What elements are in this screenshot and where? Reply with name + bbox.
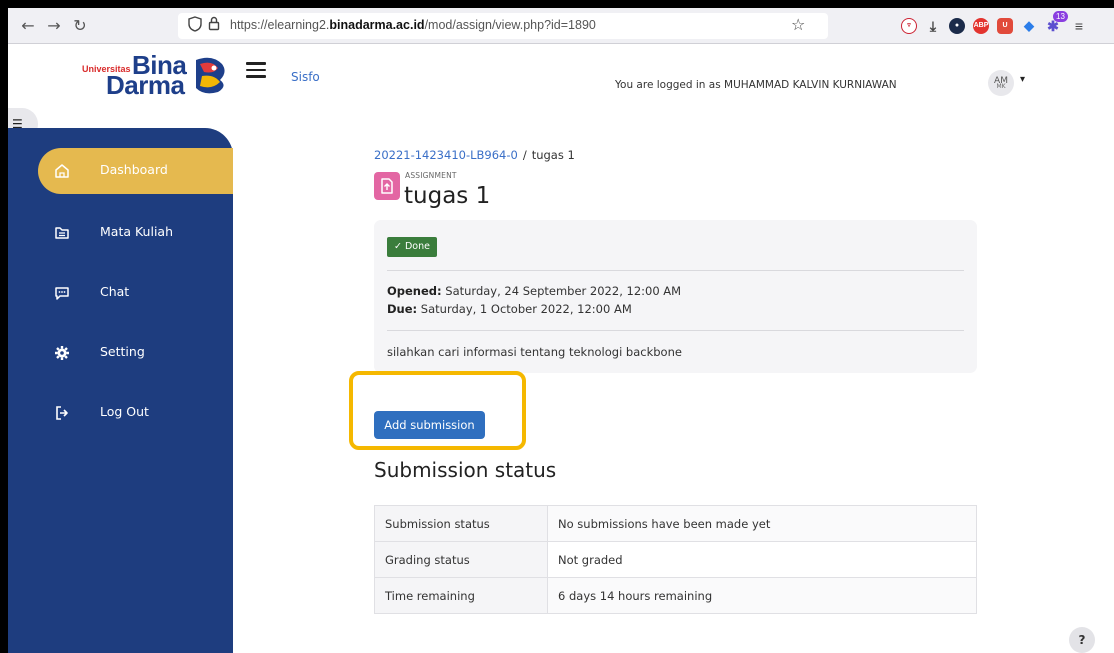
sidebar-item-label: Mata Kuliah xyxy=(100,224,174,239)
breadcrumb: 20221-1423410-LB964-0 / tugas 1 xyxy=(374,148,575,162)
add-submission-button[interactable]: Add submission xyxy=(374,411,485,439)
download-icon[interactable]: ⤓ xyxy=(925,18,941,34)
avatar[interactable]: AM MK xyxy=(988,70,1014,96)
row-label: Time remaining xyxy=(374,577,548,614)
sidebar-item-chat[interactable]: Chat xyxy=(8,270,233,316)
logout-icon xyxy=(54,405,70,421)
extension-dark-icon[interactable]: ● xyxy=(949,18,965,34)
table-row: Grading status Not graded xyxy=(374,541,977,578)
breadcrumb-separator: / xyxy=(522,148,527,162)
breadcrumb-course-link[interactable]: 20221-1423410-LB964-0 xyxy=(374,148,518,162)
sidebar-item-label: Log Out xyxy=(100,404,149,419)
page-title: tugas 1 xyxy=(404,183,491,209)
sidebar-item-mata-kuliah[interactable]: Mata Kuliah xyxy=(8,210,233,256)
extension-diamond-icon[interactable]: ◆ xyxy=(1021,18,1037,34)
logo-mark-icon xyxy=(196,57,225,94)
row-value: 6 days 14 hours remaining xyxy=(547,577,977,614)
due-value: Saturday, 1 October 2022, 12:00 AM xyxy=(417,302,632,316)
menu-toggle-icon[interactable] xyxy=(246,62,266,78)
divider xyxy=(387,270,964,271)
back-icon[interactable]: ← xyxy=(18,16,38,36)
menu-icon[interactable]: ≡ xyxy=(1071,18,1087,34)
chevron-down-icon[interactable]: ▾ xyxy=(1020,74,1025,85)
sidebar-item-label: Dashboard xyxy=(100,162,168,177)
pocket-icon[interactable]: ▿ xyxy=(901,18,917,34)
chat-icon xyxy=(54,285,70,301)
ublock-icon[interactable]: U xyxy=(997,18,1013,34)
logo-line2: Darma xyxy=(106,70,185,100)
opened-date: Opened: Saturday, 24 September 2022, 12:… xyxy=(387,284,681,298)
row-value: Not graded xyxy=(547,541,977,578)
shield-icon[interactable] xyxy=(188,16,202,36)
avatar-sub: MK xyxy=(996,83,1006,90)
sidebar-item-label: Setting xyxy=(100,344,145,359)
sidebar-item-log-out[interactable]: Log Out xyxy=(8,390,233,436)
due-date: Due: Saturday, 1 October 2022, 12:00 AM xyxy=(387,302,632,316)
gear-icon xyxy=(54,345,70,361)
address-bar[interactable]: https://elearning2.binadarma.ac.id/mod/a… xyxy=(178,13,828,39)
submission-status-heading: Submission status xyxy=(374,458,557,482)
sidebar-item-setting[interactable]: Setting xyxy=(8,330,233,376)
sidebar: Dashboard Mata Kuliah Chat Setting Log O… xyxy=(8,128,233,653)
adblock-icon[interactable]: ABP xyxy=(973,18,989,34)
bina-darma-logo[interactable]: Universitas Bina Darma xyxy=(82,50,232,100)
activity-type-label: ASSIGNMENT xyxy=(405,171,457,180)
done-badge: ✓ Done xyxy=(387,237,437,257)
lock-icon[interactable] xyxy=(208,16,220,35)
opened-value: Saturday, 24 September 2022, 12:00 AM xyxy=(441,284,682,298)
top-navbar: Universitas Bina Darma Sisfo You are log… xyxy=(8,44,1114,100)
activity-info-card: ✓ Done Opened: Saturday, 24 September 20… xyxy=(374,220,977,373)
reload-icon[interactable]: ↻ xyxy=(70,16,90,36)
assignment-description: silahkan cari informasi tentang teknolog… xyxy=(387,345,682,359)
bookmark-star-icon[interactable]: ☆ xyxy=(791,15,805,34)
opened-label: Opened: xyxy=(387,284,442,298)
row-label: Grading status xyxy=(374,541,548,578)
moodle-page: Universitas Bina Darma Sisfo You are log… xyxy=(8,44,1114,653)
table-row: Submission status No submissions have be… xyxy=(374,505,977,542)
extension-count-badge: 13 xyxy=(1053,11,1068,22)
row-label: Submission status xyxy=(374,505,548,542)
row-value: No submissions have been made yet xyxy=(547,505,977,542)
due-label: Due: xyxy=(387,302,418,316)
table-row: Time remaining 6 days 14 hours remaining xyxy=(374,577,977,614)
folder-icon xyxy=(54,225,70,241)
forward-icon[interactable]: → xyxy=(44,16,64,36)
browser-window: ← → ↻ https://elearning2.binadarma.ac.id… xyxy=(8,8,1114,653)
browser-toolbar: ← → ↻ https://elearning2.binadarma.ac.id… xyxy=(8,8,1114,44)
nav-link-sisfo[interactable]: Sisfo xyxy=(291,70,320,84)
divider xyxy=(387,330,964,331)
home-icon xyxy=(54,163,70,179)
login-info: You are logged in as MUHAMMAD KALVIN KUR… xyxy=(615,79,897,91)
url-text[interactable]: https://elearning2.binadarma.ac.id/mod/a… xyxy=(230,18,596,32)
assignment-icon xyxy=(374,172,400,200)
sidebar-item-dashboard[interactable]: Dashboard xyxy=(38,148,233,194)
help-button[interactable]: ? xyxy=(1069,627,1095,653)
breadcrumb-current: tugas 1 xyxy=(531,148,575,162)
sidebar-item-label: Chat xyxy=(100,284,130,299)
submission-status-table: Submission status No submissions have be… xyxy=(374,505,977,614)
